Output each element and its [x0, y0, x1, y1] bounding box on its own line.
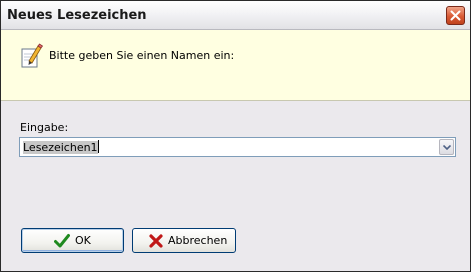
- name-input[interactable]: Lesezeichen1: [22, 140, 100, 154]
- ok-button[interactable]: OK: [21, 228, 124, 253]
- input-value: Lesezeichen1: [23, 141, 98, 154]
- ok-button-label: OK: [75, 234, 91, 247]
- prompt-text: Bitte geben Sie einen Namen ein:: [49, 49, 235, 62]
- pencil-icon: [21, 43, 43, 68]
- cancel-button[interactable]: Abbrechen: [132, 228, 236, 253]
- dropdown-button[interactable]: [439, 139, 454, 155]
- cross-icon: [149, 234, 163, 248]
- window-title: Neues Lesezeichen: [7, 8, 147, 23]
- close-icon: [450, 10, 461, 21]
- chevron-down-icon: [443, 145, 451, 150]
- cancel-button-label: Abbrechen: [168, 234, 228, 247]
- checkmark-icon: [54, 234, 70, 248]
- close-button[interactable]: [446, 6, 465, 25]
- title-bar[interactable]: Neues Lesezeichen: [1, 1, 470, 30]
- input-label: Eingabe:: [20, 121, 69, 134]
- text-cursor: [97, 140, 99, 153]
- name-combobox[interactable]: Lesezeichen1: [19, 137, 456, 157]
- instruction-panel: Bitte geben Sie einen Namen ein:: [1, 30, 470, 101]
- dialog-window: Neues Lesezeichen Bitte geben Sie einen …: [0, 0, 471, 272]
